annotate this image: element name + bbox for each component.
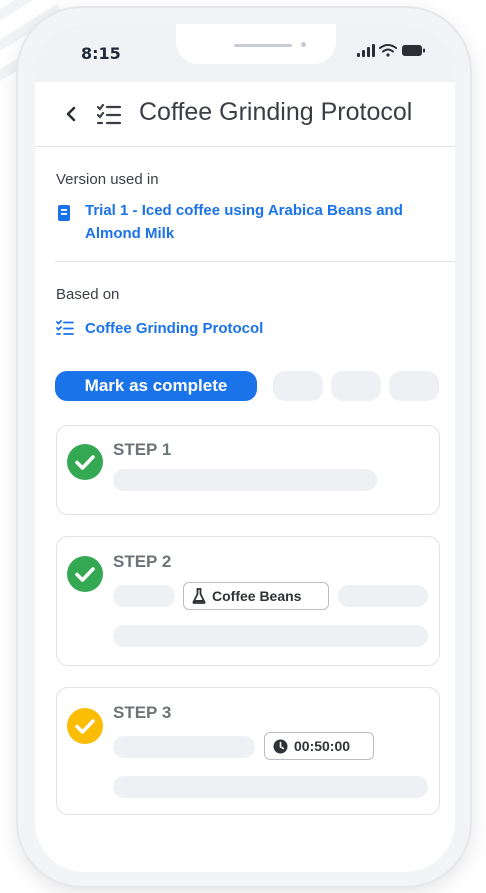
trial-link-line2[interactable]: Almond Milk [85, 222, 445, 245]
checklist-icon [56, 320, 74, 340]
version-used-label: Version used in [56, 171, 159, 188]
step-label: STEP 2 [113, 552, 172, 571]
action-chip-placeholder[interactable] [389, 371, 439, 401]
check-in-progress-icon [67, 708, 103, 744]
trial-link-line1[interactable]: Trial 1 - Iced coffee using Arabica Bean… [85, 199, 445, 222]
mark-as-complete-button[interactable]: Mark as complete [55, 371, 257, 401]
placeholder-bar [113, 776, 428, 798]
placeholder-bar [338, 585, 428, 607]
back-button[interactable] [65, 106, 77, 126]
speaker-grille [234, 44, 292, 47]
step-3-status-circle [67, 708, 103, 744]
placeholder-bar [113, 736, 255, 758]
ingredient-tag[interactable]: Coffee Beans [183, 582, 329, 610]
flask-icon [192, 588, 206, 604]
placeholder-bar [113, 625, 428, 647]
placeholder-bar [113, 585, 175, 607]
section-divider [55, 261, 455, 262]
chevron-left-icon[interactable] [65, 106, 77, 122]
status-time: 8:15 [81, 44, 121, 63]
based-on-link[interactable]: Coffee Grinding Protocol [85, 317, 263, 340]
signal-icon [357, 44, 375, 57]
placeholder-bar [113, 469, 377, 491]
action-chip-placeholder[interactable] [273, 371, 323, 401]
status-bar: 8:15 [35, 24, 455, 82]
camera-dot [301, 42, 306, 47]
checklist-icon [96, 103, 122, 130]
page-title: Coffee Grinding Protocol [139, 98, 413, 126]
phone-screen: 8:15 Coffee Grinding Protocol Version us… [35, 24, 455, 872]
based-on-label: Based on [56, 286, 120, 303]
document-icon [57, 204, 71, 226]
check-complete-icon [67, 444, 103, 480]
step-1-status-circle [67, 444, 103, 480]
check-complete-icon [67, 556, 103, 592]
timer-value: 00:50:00 [294, 738, 351, 754]
step-card-1[interactable]: STEP 1 [56, 425, 440, 515]
battery-icon [402, 45, 425, 56]
step-card-2[interactable]: STEP 2 Coffee Beans [56, 536, 440, 666]
app-header: Coffee Grinding Protocol [35, 82, 455, 147]
step-label: STEP 3 [113, 703, 172, 722]
clock-icon [273, 739, 288, 753]
step-card-3[interactable]: STEP 3 00:50:00 [56, 687, 440, 815]
status-icons [357, 43, 427, 63]
ingredient-tag-label: Coffee Beans [212, 588, 302, 604]
action-chip-placeholder[interactable] [331, 371, 381, 401]
phone-frame: 8:15 Coffee Grinding Protocol Version us… [18, 8, 470, 886]
step-label: STEP 1 [113, 440, 172, 459]
timer-tag[interactable]: 00:50:00 [264, 732, 374, 760]
wifi-icon [379, 44, 397, 57]
step-2-status-circle [67, 556, 103, 592]
trial-link[interactable]: Trial 1 - Iced coffee using Arabica Bean… [85, 199, 445, 245]
